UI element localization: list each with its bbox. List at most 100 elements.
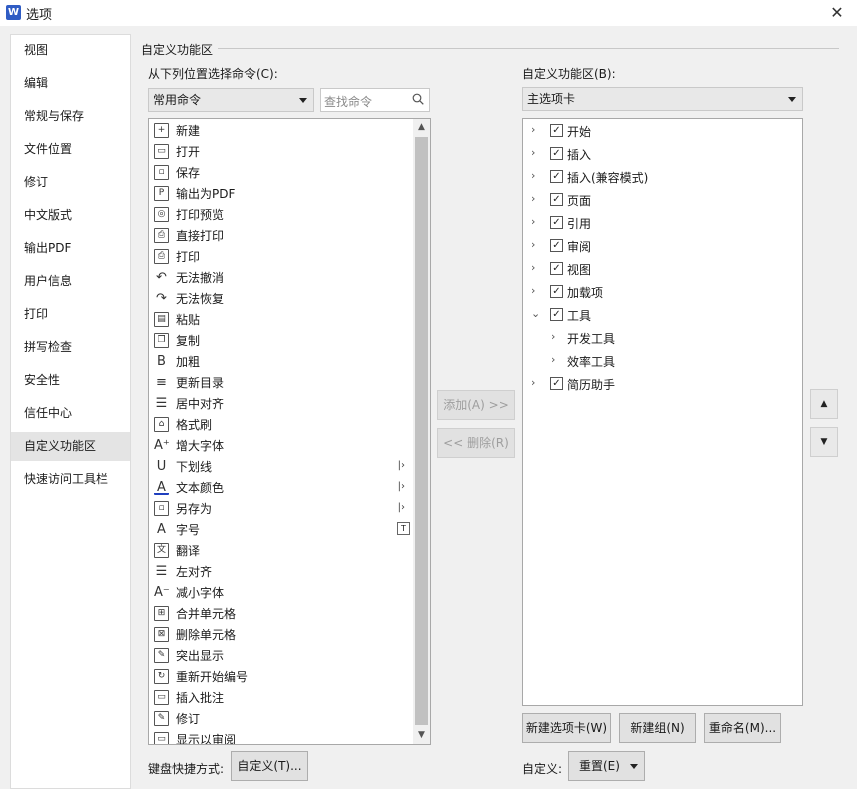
command-search-input[interactable]: 查找命令: [320, 88, 430, 112]
command-item[interactable]: + 新建: [149, 120, 413, 141]
sidebar-item[interactable]: 文件位置: [11, 135, 130, 164]
sidebar-item[interactable]: 编辑: [11, 69, 130, 98]
move-up-button[interactable]: ▲: [810, 389, 838, 419]
command-item[interactable]: ⊠ 删除单元格: [149, 624, 413, 645]
command-item[interactable]: ⌂ 格式刷: [149, 414, 413, 435]
tab-checkbox[interactable]: ✓: [550, 170, 563, 183]
command-item[interactable]: ≡ 更新目录: [149, 372, 413, 393]
command-item[interactable]: ↷ 无法恢复: [149, 288, 413, 309]
sidebar-item[interactable]: 安全性: [11, 366, 130, 395]
command-list-scrollbar[interactable]: ▲ ▼: [413, 119, 430, 744]
chevron-right-icon[interactable]: ›: [531, 376, 541, 389]
tab-checkbox[interactable]: ✓: [550, 308, 563, 321]
command-item[interactable]: ▫ 另存为 |›: [149, 498, 413, 519]
tree-tab-item[interactable]: › ✓ 简历助手: [523, 373, 802, 395]
tab-checkbox[interactable]: ✓: [550, 285, 563, 298]
command-item[interactable]: ✎ 修订: [149, 708, 413, 729]
command-item[interactable]: ↶ 无法撤消: [149, 267, 413, 288]
sidebar-item[interactable]: 修订: [11, 168, 130, 197]
sidebar-item[interactable]: 常规与保存: [11, 102, 130, 131]
chevron-right-icon[interactable]: ›: [531, 284, 541, 297]
command-item[interactable]: ⎙ 打印: [149, 246, 413, 267]
add-button[interactable]: 添加(A) >>: [437, 390, 515, 420]
sidebar-item[interactable]: 打印: [11, 300, 130, 329]
ribbon-tree[interactable]: › ✓ 开始 › ✓ 插入 › ✓ 插入(兼容模式) › ✓ 页面 › ✓ 引用 › ✓ 审阅 › ✓ 视图 › ✓ 加载项 ⌄…: [522, 118, 803, 706]
tree-group-item[interactable]: › 开发工具: [523, 327, 802, 349]
chevron-right-icon[interactable]: ›: [531, 169, 541, 182]
sidebar-item[interactable]: 中文版式: [11, 201, 130, 230]
command-item[interactable]: ▤ 粘贴: [149, 309, 413, 330]
chevron-right-icon[interactable]: ›: [531, 261, 541, 274]
ribbon-tabs-select[interactable]: 主选项卡: [522, 87, 803, 111]
command-item[interactable]: ⎙ 直接打印: [149, 225, 413, 246]
tree-tab-item[interactable]: › ✓ 插入: [523, 143, 802, 165]
tree-tab-item[interactable]: ⌄ ✓ 工具: [523, 304, 802, 326]
sidebar-item[interactable]: 拼写检查: [11, 333, 130, 362]
command-item[interactable]: ◎ 打印预览: [149, 204, 413, 225]
chevron-down-icon[interactable]: ⌄: [531, 307, 541, 320]
wps-logo-icon: W: [6, 5, 21, 20]
tree-group-item[interactable]: › 效率工具: [523, 350, 802, 372]
tree-tab-item[interactable]: › ✓ 引用: [523, 212, 802, 234]
command-list[interactable]: + 新建 ▭ 打开 ▫ 保存 P 输出为PDF ◎ 打印预览 ⎙ 直接打印 ⎙ 打印 ↶ 无法撤消 ↷ 无法恢复 ▤…: [148, 118, 431, 745]
sidebar-item[interactable]: 输出PDF: [11, 234, 130, 263]
remove-button[interactable]: << 删除(R): [437, 428, 515, 458]
chevron-right-icon[interactable]: ›: [531, 215, 541, 228]
tree-tab-item[interactable]: › ✓ 视图: [523, 258, 802, 280]
command-item[interactable]: ✎ 突出显示: [149, 645, 413, 666]
new-group-button[interactable]: 新建组(N): [619, 713, 696, 743]
command-item[interactable]: ☰ 左对齐: [149, 561, 413, 582]
customize-label: 自定义:: [522, 762, 563, 776]
command-item[interactable]: ☰ 居中对齐: [149, 393, 413, 414]
close-button[interactable]: ✕: [817, 0, 857, 26]
tree-item-label: 开发工具: [567, 332, 616, 346]
command-item[interactable]: ❐ 复制: [149, 330, 413, 351]
command-item[interactable]: ⊞ 合并单元格: [149, 603, 413, 624]
sidebar-item[interactable]: 信任中心: [11, 399, 130, 428]
reset-dropdown-button[interactable]: 重置(E): [568, 751, 645, 781]
customize-shortcuts-button[interactable]: 自定义(T)...: [231, 751, 308, 781]
tree-tab-item[interactable]: › ✓ 加载项: [523, 281, 802, 303]
tree-tab-item[interactable]: › ✓ 审阅: [523, 235, 802, 257]
sidebar-item[interactable]: 自定义功能区: [11, 432, 130, 461]
scroll-down-icon[interactable]: ▼: [413, 727, 430, 744]
rename-button[interactable]: 重命名(M)...: [704, 713, 781, 743]
tab-checkbox[interactable]: ✓: [550, 377, 563, 390]
command-item[interactable]: ▫ 保存: [149, 162, 413, 183]
chevron-right-icon[interactable]: ›: [531, 192, 541, 205]
scroll-thumb[interactable]: [415, 137, 428, 725]
command-item[interactable]: A⁺ 增大字体: [149, 435, 413, 456]
tab-checkbox[interactable]: ✓: [550, 193, 563, 206]
sidebar-item[interactable]: 快速访问工具栏: [11, 465, 130, 494]
command-item[interactable]: ↻ 重新开始编号: [149, 666, 413, 687]
command-item[interactable]: P 输出为PDF: [149, 183, 413, 204]
command-item[interactable]: A⁻ 减小字体: [149, 582, 413, 603]
tab-checkbox[interactable]: ✓: [550, 262, 563, 275]
command-item[interactable]: B 加粗: [149, 351, 413, 372]
chevron-right-icon[interactable]: ›: [551, 353, 561, 366]
command-source-select[interactable]: 常用命令: [148, 88, 314, 112]
sidebar-item[interactable]: 视图: [11, 36, 130, 65]
chevron-right-icon[interactable]: ›: [551, 330, 561, 343]
command-item[interactable]: ▭ 打开: [149, 141, 413, 162]
tab-checkbox[interactable]: ✓: [550, 239, 563, 252]
tree-tab-item[interactable]: › ✓ 开始: [523, 120, 802, 142]
command-item[interactable]: A 字号 T: [149, 519, 413, 540]
scroll-up-icon[interactable]: ▲: [413, 119, 430, 136]
command-item[interactable]: 文翻译: [149, 540, 413, 561]
tab-checkbox[interactable]: ✓: [550, 147, 563, 160]
command-item[interactable]: A 文本颜色 |›: [149, 477, 413, 498]
tab-checkbox[interactable]: ✓: [550, 216, 563, 229]
tree-tab-item[interactable]: › ✓ 插入(兼容模式): [523, 166, 802, 188]
chevron-right-icon[interactable]: ›: [531, 238, 541, 251]
new-tab-button[interactable]: 新建选项卡(W): [522, 713, 611, 743]
command-item[interactable]: U 下划线 |›: [149, 456, 413, 477]
command-item[interactable]: ▭ 插入批注: [149, 687, 413, 708]
sidebar-item[interactable]: 用户信息: [11, 267, 130, 296]
move-down-button[interactable]: ▼: [810, 427, 838, 457]
chevron-right-icon[interactable]: ›: [531, 146, 541, 159]
tab-checkbox[interactable]: ✓: [550, 124, 563, 137]
chevron-right-icon[interactable]: ›: [531, 123, 541, 136]
tree-tab-item[interactable]: › ✓ 页面: [523, 189, 802, 211]
command-item[interactable]: ▭ 显示以审阅: [149, 729, 413, 744]
